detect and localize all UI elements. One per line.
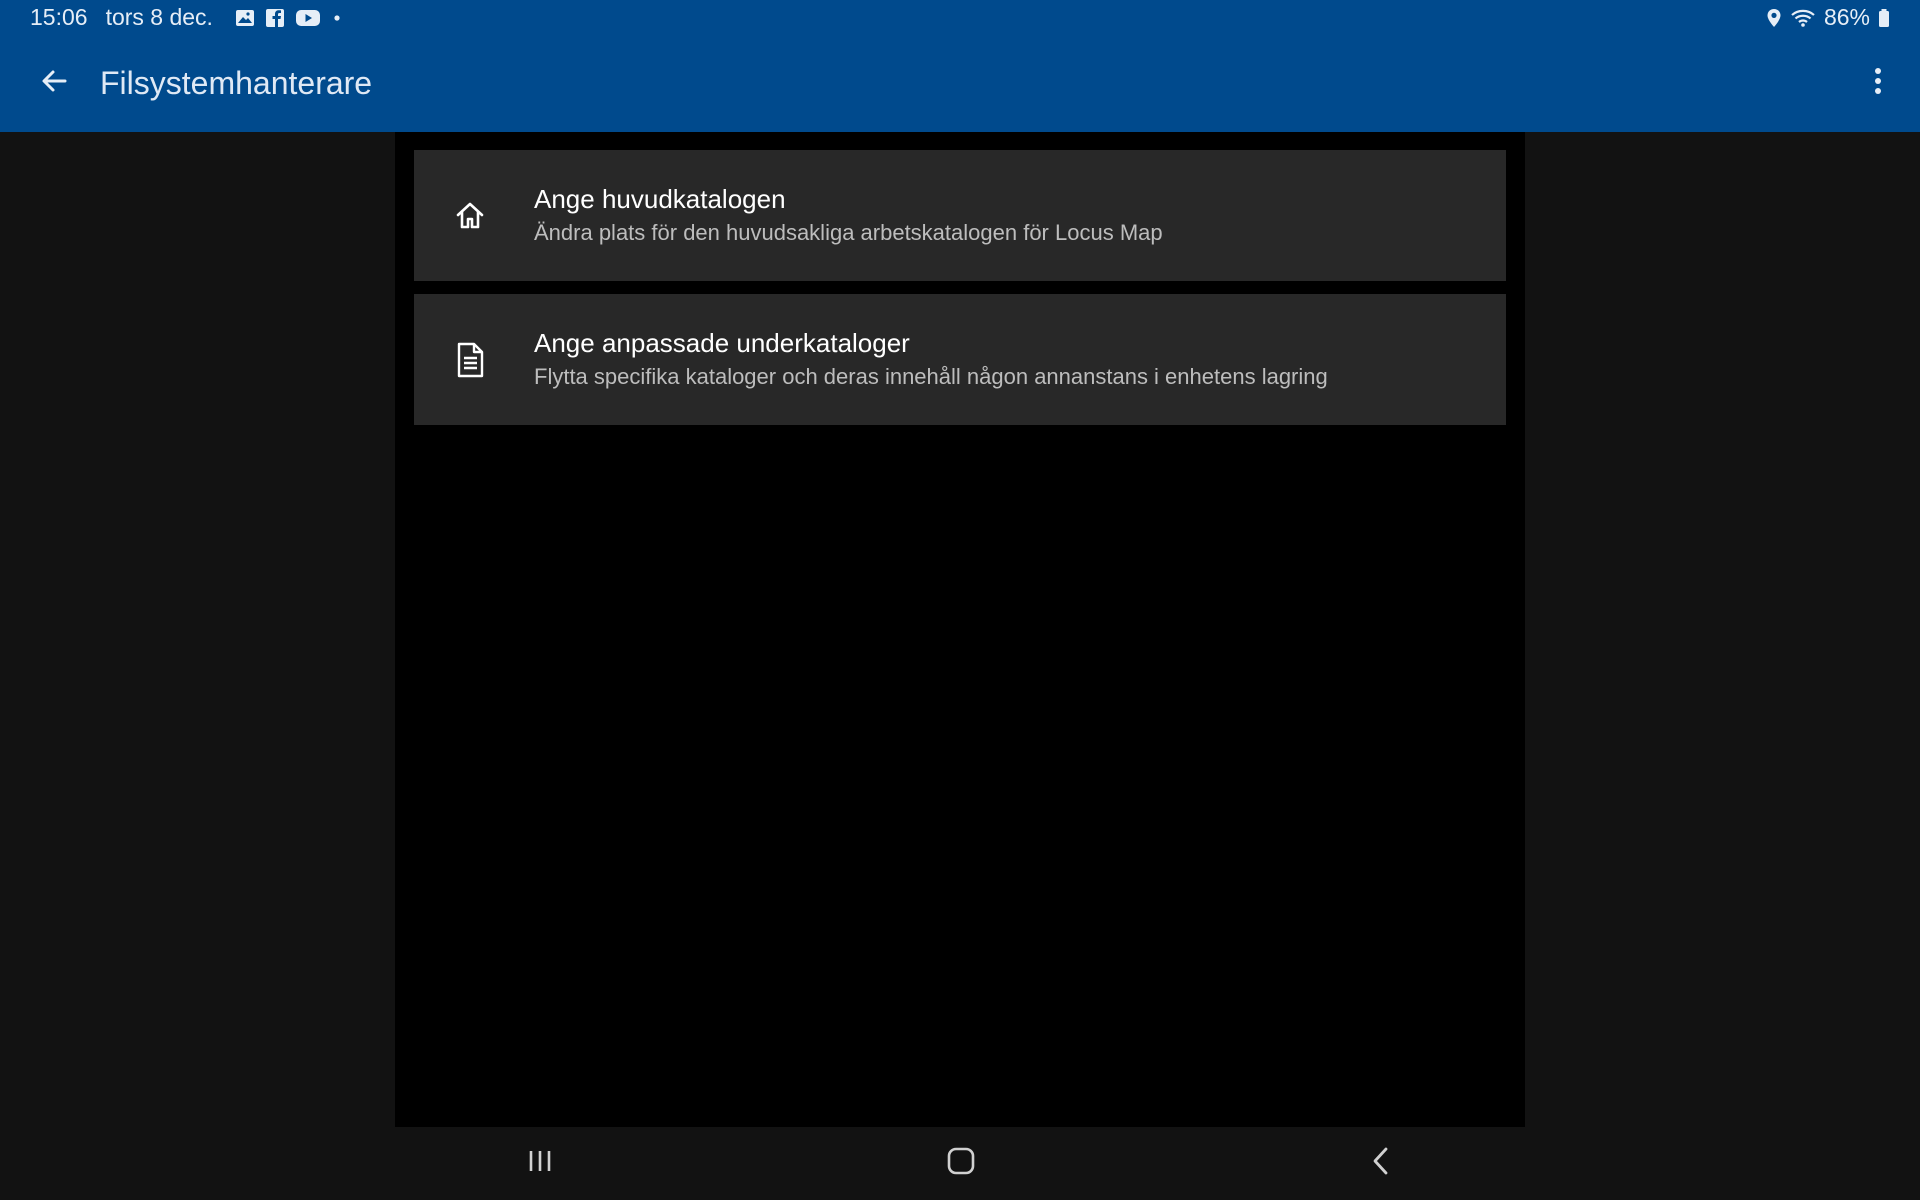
- status-time: 15:06: [30, 4, 88, 30]
- more-vert-icon: [1873, 66, 1883, 101]
- gallery-icon: [235, 8, 255, 28]
- battery-percent: 86%: [1823, 4, 1870, 30]
- item-title: Ange huvudkatalogen: [534, 183, 786, 214]
- item-subtitle: Ändra plats för den huvudsakliga arbetsk…: [534, 219, 1163, 245]
- page-title: Filsystemhanterare: [100, 65, 373, 101]
- back-nav-button[interactable]: [1351, 1137, 1411, 1189]
- arrow-left-icon: [39, 66, 69, 101]
- dot-icon: [331, 8, 343, 28]
- back-button[interactable]: [26, 56, 82, 112]
- home-icon: [451, 197, 489, 235]
- app-bar: Filsystemhanterare: [0, 35, 1920, 132]
- location-icon: [1766, 8, 1782, 28]
- set-custom-subdirectories-item[interactable]: Ange anpassade underkataloger Flytta spe…: [414, 294, 1506, 425]
- left-margin: [0, 132, 395, 1127]
- item-subtitle: Flytta specifika kataloger och deras inn…: [534, 363, 1328, 389]
- overflow-menu-button[interactable]: [1854, 56, 1902, 112]
- item-title: Ange anpassade underkataloger: [534, 327, 910, 358]
- facebook-icon: [265, 8, 285, 28]
- right-margin: [1525, 132, 1920, 1127]
- wifi-icon: [1790, 8, 1816, 28]
- navigation-bar: [0, 1127, 1920, 1200]
- youtube-icon: [295, 8, 321, 28]
- home-nav-button[interactable]: [931, 1137, 991, 1189]
- battery-icon: [1878, 8, 1890, 28]
- status-bar: 15:06 tors 8 dec. 86%: [0, 0, 1920, 35]
- recent-apps-button[interactable]: [510, 1137, 570, 1189]
- content-area: Ange huvudkatalogen Ändra plats för den …: [395, 132, 1525, 1127]
- back-chevron-icon: [1366, 1146, 1396, 1181]
- home-button-icon: [946, 1146, 976, 1181]
- set-main-directory-item[interactable]: Ange huvudkatalogen Ändra plats för den …: [414, 150, 1506, 281]
- document-icon: [451, 341, 489, 379]
- status-date: tors 8 dec.: [105, 4, 213, 30]
- recent-apps-icon: [525, 1146, 555, 1181]
